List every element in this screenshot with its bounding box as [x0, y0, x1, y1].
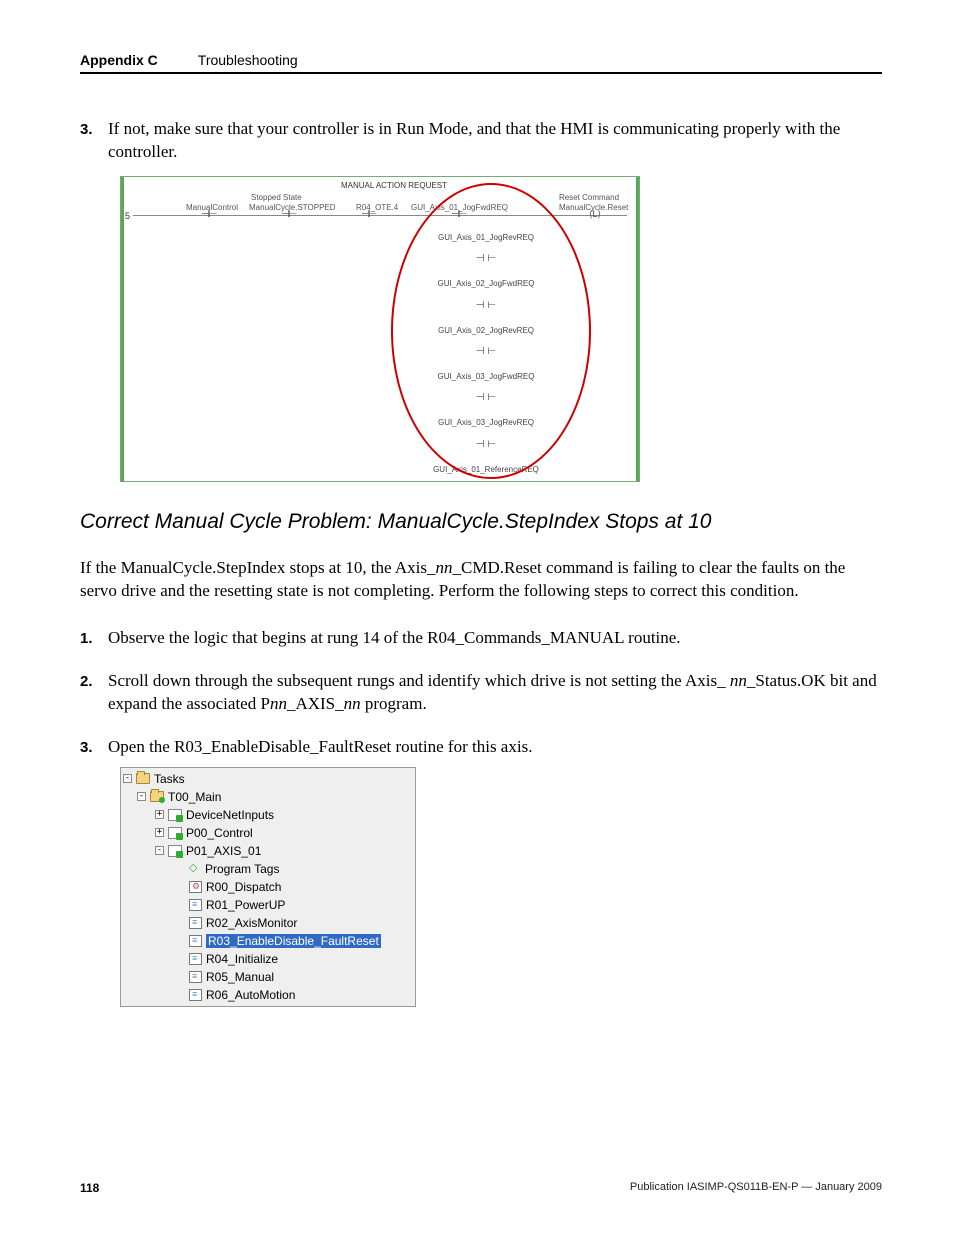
routine-icon [189, 917, 202, 929]
routine-icon [189, 899, 202, 911]
tree-node-routine[interactable]: R04_Initialize [121, 950, 415, 968]
tree-node-program[interactable]: + DeviceNetInputs [121, 806, 415, 824]
tag-icon [189, 863, 201, 875]
step-number: 1. [80, 627, 108, 650]
publication-info: Publication IASIMP-QS011B-EN-P — January… [630, 1181, 882, 1195]
expand-icon[interactable]: + [155, 828, 164, 837]
stopped-state-label: Stopped State [251, 193, 302, 202]
routine-icon [189, 953, 202, 965]
subsection-heading: Correct Manual Cycle Problem: ManualCycl… [80, 510, 882, 534]
tree-label: P01_AXIS_01 [186, 844, 261, 858]
step-number: 3. [80, 736, 108, 759]
routine-icon [189, 881, 202, 893]
program-icon [168, 809, 182, 821]
figure-ladder-logic: MANUAL ACTION REQUEST Stopped State Manu… [120, 176, 882, 482]
page-footer: 118 Publication IASIMP-QS011B-EN-P — Jan… [80, 1181, 882, 1195]
project-tree[interactable]: - Tasks - T00_Main + DeviceNetInputs + P… [120, 767, 416, 1007]
collapse-icon[interactable]: - [123, 774, 132, 783]
tree-node-main[interactable]: - T00_Main [121, 788, 415, 806]
program-icon [168, 827, 182, 839]
tree-label: R04_Initialize [206, 952, 278, 966]
step-3: 3. If not, make sure that your controlle… [80, 118, 882, 164]
tree-label: R02_AxisMonitor [206, 916, 297, 930]
contact-icon [361, 209, 381, 221]
section-label: Troubleshooting [198, 52, 298, 68]
step-3b: 3. Open the R03_EnableDisable_FaultReset… [80, 736, 882, 759]
figure-tree-view: - Tasks - T00_Main + DeviceNetInputs + P… [120, 767, 882, 1007]
page-header: Appendix C Troubleshooting [80, 52, 882, 74]
step-1: 1. Observe the logic that begins at rung… [80, 627, 882, 650]
body-paragraph: If the ManualCycle.StepIndex stops at 10… [80, 556, 882, 603]
program-icon [168, 845, 182, 857]
rung-number: 5 [125, 211, 130, 221]
step-text: Observe the logic that begins at rung 14… [108, 627, 882, 650]
branch-tag: GUI_Axis_03_JogFwdREQ [411, 366, 561, 412]
tree-label: T00_Main [168, 790, 221, 804]
tree-node-routine[interactable]: R06_AutoMotion [121, 986, 415, 1004]
step-text: Scroll down through the subsequent rungs… [108, 670, 882, 716]
tree-node-program[interactable]: + P00_Control [121, 824, 415, 842]
folder-icon [150, 791, 164, 802]
contact-icon [201, 209, 221, 221]
branch-tag: GUI_Axis_03_JogRevREQ [411, 412, 561, 458]
step-number: 3. [80, 118, 108, 164]
tree-node-routine[interactable]: R01_PowerUP [121, 896, 415, 914]
step-text: Open the R03_EnableDisable_FaultReset ro… [108, 736, 882, 759]
collapse-icon[interactable]: - [155, 846, 164, 855]
routine-icon [189, 989, 202, 1001]
tree-label: R01_PowerUP [206, 898, 285, 912]
tree-node-routine[interactable]: R02_AxisMonitor [121, 914, 415, 932]
contact-icon [451, 209, 471, 221]
tree-label: R00_Dispatch [206, 880, 281, 894]
ladder-diagram: MANUAL ACTION REQUEST Stopped State Manu… [120, 176, 640, 482]
tree-label: P00_Control [186, 826, 253, 840]
tree-node-tasks[interactable]: - Tasks [121, 770, 415, 788]
collapse-icon[interactable]: - [137, 792, 146, 801]
output-latch-icon [589, 209, 609, 221]
page-number: 118 [80, 1181, 99, 1195]
step-2: 2. Scroll down through the subsequent ru… [80, 670, 882, 716]
appendix-label: Appendix C [80, 52, 158, 68]
tree-label: R06_AutoMotion [206, 988, 295, 1002]
tree-node-routine-selected[interactable]: R03_EnableDisable_FaultReset [121, 932, 415, 950]
step-number: 2. [80, 670, 108, 716]
tree-node-routine[interactable]: R05_Manual [121, 968, 415, 986]
branch-tag: GUI_Axis_02_JogRevREQ [411, 320, 561, 366]
routine-icon [189, 971, 202, 983]
routine-icon [189, 935, 202, 947]
tree-node-program[interactable]: - P01_AXIS_01 [121, 842, 415, 860]
folder-icon [136, 773, 150, 784]
tree-label: Program Tags [205, 862, 279, 876]
reset-command-label: Reset Command [559, 193, 619, 202]
tree-label: R05_Manual [206, 970, 274, 984]
tree-label-selected: R03_EnableDisable_FaultReset [206, 934, 381, 948]
tree-label: DeviceNetInputs [186, 808, 274, 822]
tree-node-routine[interactable]: Program Tags [121, 860, 415, 878]
tree-label: Tasks [154, 772, 185, 786]
step-text: If not, make sure that your controller i… [108, 118, 882, 164]
branch-tag-list: GUI_Axis_01_JogRevREQ GUI_Axis_02_JogFwd… [411, 227, 561, 482]
contact-icon [281, 209, 301, 221]
branch-tag: GUI_Axis_01_ReferenceREQ [411, 459, 561, 482]
tree-node-routine[interactable]: R00_Dispatch [121, 878, 415, 896]
ladder-title: MANUAL ACTION REQUEST [341, 181, 447, 190]
branch-tag: GUI_Axis_02_JogFwdREQ [411, 273, 561, 319]
expand-icon[interactable]: + [155, 810, 164, 819]
branch-tag: GUI_Axis_01_JogRevREQ [411, 227, 561, 273]
